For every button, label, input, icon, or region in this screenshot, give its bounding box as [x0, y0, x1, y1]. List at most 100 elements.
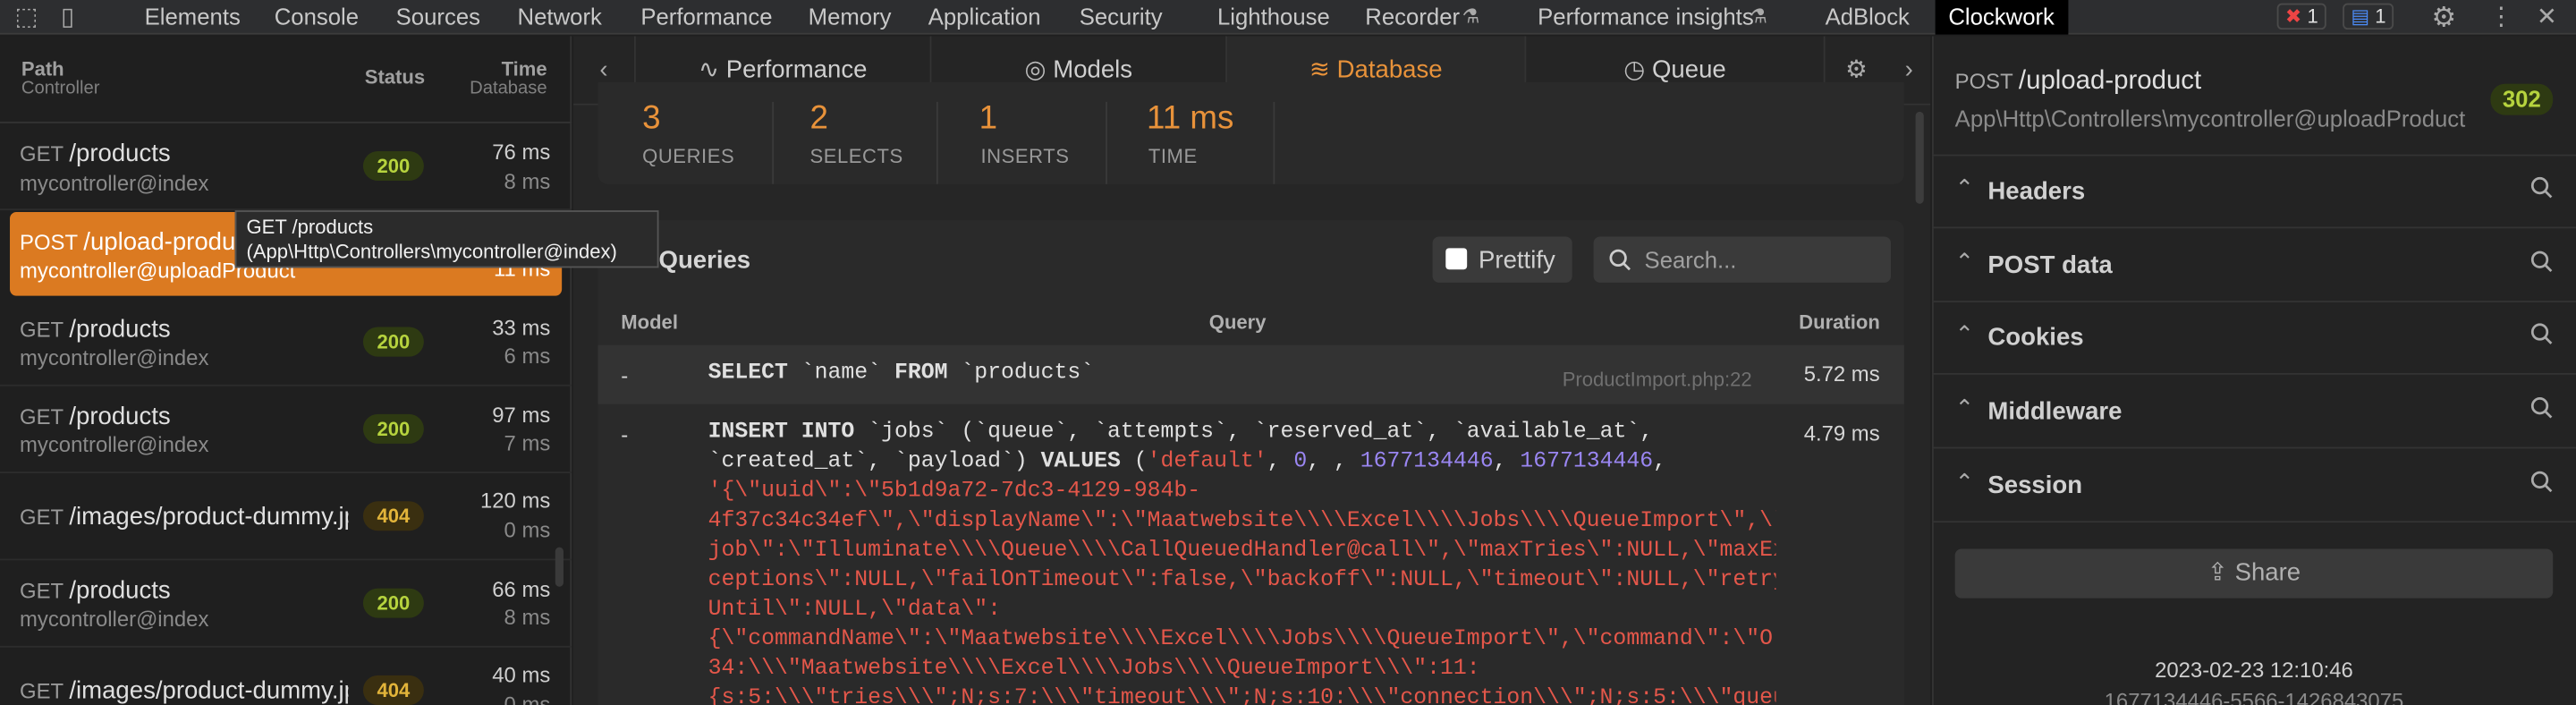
share-button[interactable]: ⇪ Share — [1954, 548, 2554, 599]
device-toolbar-icon[interactable]: ▯ — [61, 0, 74, 35]
chevron-up-icon: ⌃ — [1954, 174, 1975, 201]
chevron-left-icon: ‹ — [599, 55, 608, 84]
divider — [1106, 101, 1107, 184]
devtools-tab-elements[interactable]: Elements — [145, 0, 241, 35]
divider — [936, 101, 938, 184]
query-sql: INSERT INTO `jobs` (`queue`, `attempts`,… — [708, 420, 1776, 705]
devtools-tab-lighthouse[interactable]: Lighthouse — [1217, 0, 1330, 35]
search-icon[interactable] — [2530, 322, 2554, 345]
inspect-element-icon[interactable]: ⬚ — [15, 0, 38, 35]
request-row[interactable]: GET /products mycontroller@index 200 76 … — [0, 123, 572, 211]
devtools-tab-performance-insights[interactable]: Performance insights — [1538, 0, 1754, 35]
request-id: 1677134446-5566-1426843075 — [2104, 688, 2404, 705]
status-badge: 200 — [362, 150, 424, 182]
message-count-badge[interactable]: ▤ 1 — [2343, 3, 2394, 30]
devtools-tab-memory[interactable]: Memory — [809, 0, 892, 35]
request-time: 97 ms — [492, 403, 551, 428]
stat-time-label: TIME — [1148, 144, 1198, 168]
status-badge: 200 — [362, 413, 424, 444]
detail-method: POST — [1954, 69, 2013, 94]
query-model: - — [621, 362, 629, 388]
checkbox[interactable] — [1445, 248, 1468, 270]
section-session[interactable]: ⌃ Session — [1931, 450, 2576, 523]
devtools-tab-network[interactable]: Network — [518, 0, 602, 35]
query-sql: SELECT `name` FROM `products` — [708, 361, 1095, 386]
request-row[interactable]: GET /products mycontroller@index 200 97 … — [0, 386, 572, 473]
request-db-time: 6 ms — [504, 343, 551, 369]
devtools-tab-security[interactable]: Security — [1080, 0, 1163, 35]
stat-queries-value: 3 — [642, 100, 661, 137]
devtools-tab-clockwork[interactable]: Clockwork — [1935, 0, 2068, 35]
column-header-path: Path — [21, 57, 64, 81]
status-badge: 404 — [362, 501, 424, 531]
chevron-up-icon: ⌃ — [1954, 468, 1975, 495]
request-controller: mycontroller@index — [20, 171, 209, 196]
flask-icon: ⚗ — [1750, 4, 1767, 29]
section-cookies[interactable]: ⌃ Cookies — [1931, 302, 2576, 375]
message-icon: ▤ — [2351, 4, 2370, 29]
divider — [772, 101, 775, 184]
request-time: 66 ms — [492, 576, 551, 602]
devtools-tab-recorder[interactable]: Recorder — [1365, 0, 1460, 35]
status-badge: 200 — [362, 327, 424, 357]
error-count-badge[interactable]: ✖ 1 — [2276, 3, 2326, 30]
section-headers[interactable]: ⌃ Headers — [1931, 156, 2576, 229]
query-file: ProductImport.php:22 — [1562, 368, 1752, 392]
flask-icon: ⚗ — [1462, 4, 1480, 29]
pulse-icon: ∿ — [698, 55, 720, 84]
devtools-tab-performance[interactable]: Performance — [640, 0, 772, 35]
search-input[interactable]: Search... — [1645, 247, 1737, 273]
request-row[interactable]: GET /products mycontroller@index 200 66 … — [0, 560, 572, 648]
query-duration: 5.72 ms — [1803, 361, 1880, 386]
gear-icon[interactable]: ⚙ — [2431, 0, 2456, 35]
prettify-toggle[interactable]: Prettify — [1432, 236, 1572, 283]
stat-selects-value: 2 — [809, 100, 828, 137]
devtools-tab-sources[interactable]: Sources — [396, 0, 480, 35]
search-icon[interactable] — [2530, 396, 2554, 420]
request-time: 120 ms — [479, 488, 551, 514]
request-path: /images/product-dummy.jpg — [69, 503, 349, 531]
scrollbar-thumb[interactable] — [1915, 111, 1924, 204]
scrollbar-thumb[interactable] — [555, 547, 564, 587]
request-db-time: 8 ms — [504, 604, 551, 630]
column-header-database: Database — [470, 79, 547, 99]
search-icon[interactable] — [2530, 250, 2554, 273]
status-badge: 200 — [362, 588, 424, 618]
search-icon[interactable] — [2530, 176, 2554, 200]
status-badge: 302 — [2490, 83, 2554, 115]
devtools-tab-application[interactable]: Application — [928, 0, 1041, 35]
request-row[interactable]: GET /products mycontroller@index 200 33 … — [0, 299, 572, 386]
request-controller: mycontroller@index — [20, 606, 209, 632]
status-badge: 404 — [362, 675, 424, 705]
search-icon[interactable] — [2530, 470, 2554, 493]
devtools-tabbar: ⬚ ▯ Elements Console Sources Network Per… — [0, 0, 2576, 35]
request-path: /images/product-dummy.jpg — [69, 676, 349, 705]
request-row[interactable]: GET /images/product-dummy.jpg 404 40 ms … — [0, 648, 572, 705]
request-db-time: 8 ms — [504, 169, 551, 194]
request-db-time: 0 ms — [504, 517, 551, 543]
close-icon[interactable]: ✕ — [2537, 0, 2557, 35]
request-row[interactable]: GET /images/product-dummy.jpg 404 120 ms… — [0, 473, 572, 561]
models-icon: ◎ — [1024, 55, 1046, 84]
clock-icon: ◷ — [1623, 55, 1646, 84]
request-tooltip: GET /products (App\Http\Controllers\myco… — [234, 210, 659, 268]
request-time: 76 ms — [492, 140, 551, 165]
request-path: /upload-product — [83, 228, 255, 257]
devtools-tab-console[interactable]: Console — [275, 0, 359, 35]
section-post-data[interactable]: ⌃ POST data — [1931, 230, 2576, 302]
more-vertical-icon[interactable]: ⋮ — [2489, 0, 2514, 35]
devtools-tab-adblock[interactable]: AdBlock — [1826, 0, 1910, 35]
request-time: 40 ms — [492, 662, 551, 687]
search-field[interactable]: Search... — [1593, 236, 1892, 283]
request-date: 2023-02-23 12:10:46 — [2155, 657, 2353, 683]
request-path: /products — [69, 315, 171, 344]
share-icon: ⇪ — [2207, 558, 2228, 587]
section-middleware[interactable]: ⌃ Middleware — [1931, 377, 2576, 449]
chevron-up-icon: ⌃ — [1954, 320, 1975, 347]
stat-selects-label: SELECTS — [809, 144, 903, 168]
stats-card — [597, 81, 1904, 184]
detail-controller: App\Http\Controllers\mycontroller@upload… — [1954, 105, 2466, 132]
request-controller: mycontroller@index — [20, 432, 209, 457]
request-db-time: 7 ms — [504, 430, 551, 455]
chevron-up-icon: ⌃ — [1954, 248, 1975, 275]
